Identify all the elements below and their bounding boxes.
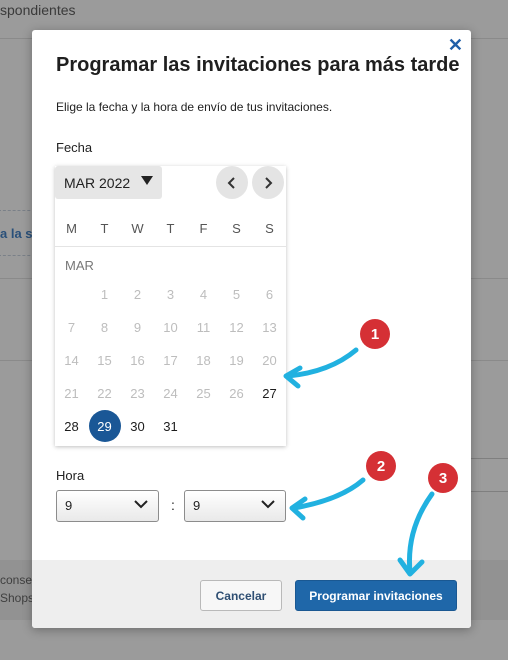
calendar-divider [55,246,286,247]
calendar-day: 7 [67,320,76,335]
annotation-badge-3: 3 [428,463,458,493]
weekday-header: MTWTFSS [55,221,286,241]
date-picker-calendar: MAR 2022 MTWTFSS MAR 1 2 3 4 5 6 7 8 9 10 11 12 13 14… [55,166,286,446]
calendar-day[interactable]: 28 [55,414,88,440]
cancel-button[interactable]: Cancelar [200,580,282,611]
calendar-day: 13 [262,320,277,335]
weekday-label: T [166,221,175,236]
calendar-day: 9 [133,320,142,335]
calendar-day: 21 [64,386,79,401]
close-icon[interactable]: ✕ [448,35,463,56]
calendar-day[interactable]: 27 [253,381,286,407]
hour-select[interactable]: 9 [56,490,159,522]
dialog-footer: Cancelar Programar invitaciones [32,560,471,628]
calendar-day: 6 [265,287,274,302]
calendar-day: 8 [100,320,109,335]
calendar-day: 22 [97,386,112,401]
dialog-description: Elige la fecha y la hora de envío de tus… [56,100,333,114]
calendar-month-label: MAR [65,258,94,273]
minute-select[interactable]: 9 [184,490,286,522]
weekday-label: F [199,221,208,236]
calendar-day: 11 [196,320,211,335]
hour-value: 9 [65,498,73,513]
calendar-day: 2 [133,287,142,302]
calendar-day: 12 [229,320,244,335]
weekday-label: T [100,221,109,236]
calendar-day: 19 [229,353,244,368]
date-label: Fecha [56,140,93,155]
background-header-text: spondientes [0,2,76,18]
calendar-day[interactable]: 31 [154,414,187,440]
chevron-down-icon [134,500,148,509]
calendar-day: 1 [100,287,109,302]
calendar-day: 4 [199,287,208,302]
month-year-value: MAR 2022 [64,174,131,191]
time-label: Hora [56,468,85,483]
schedule-invitations-button[interactable]: Programar invitaciones [295,580,457,611]
chevron-left-icon [227,176,235,189]
time-separator: : [171,497,175,513]
minute-value: 9 [193,498,201,513]
annotation-badge-2: 2 [366,451,396,481]
weekday-label: S [265,221,274,236]
calendar-day: 14 [64,353,79,368]
calendar-day-selected[interactable]: 29 [88,410,121,442]
calendar-day: 18 [196,353,211,368]
weekday-label: S [232,221,241,236]
annotation-badge-1: 1 [360,319,390,349]
chevron-right-icon [265,176,273,189]
dialog-title: Programar las invitaciones para más tard… [56,54,460,76]
chevron-down-icon [261,500,275,509]
previous-month-button[interactable] [216,166,248,199]
schedule-invitations-dialog: ✕ Programar las invitaciones para más ta… [32,30,471,628]
caret-down-icon [141,176,153,185]
calendar-day: 26 [229,386,244,401]
calendar-day: 25 [196,386,211,401]
weekday-label: W [131,221,144,236]
calendar-day: 5 [232,287,241,302]
calendar-day: 17 [163,353,178,368]
calendar-day: 23 [130,386,145,401]
calendar-day: 15 [97,353,112,368]
weekday-label: M [66,221,77,236]
calendar-day: 10 [163,320,178,335]
calendar-day: 20 [262,353,277,368]
next-month-button[interactable] [252,166,284,199]
calendar-day: 16 [130,353,145,368]
calendar-day: 24 [163,386,178,401]
background-footer-text: Shops [0,591,35,605]
calendar-day[interactable]: 30 [121,414,154,440]
calendar-day: 3 [166,287,175,302]
month-year-select[interactable]: MAR 2022 [55,166,162,199]
background-footer-text: conse [0,573,33,587]
